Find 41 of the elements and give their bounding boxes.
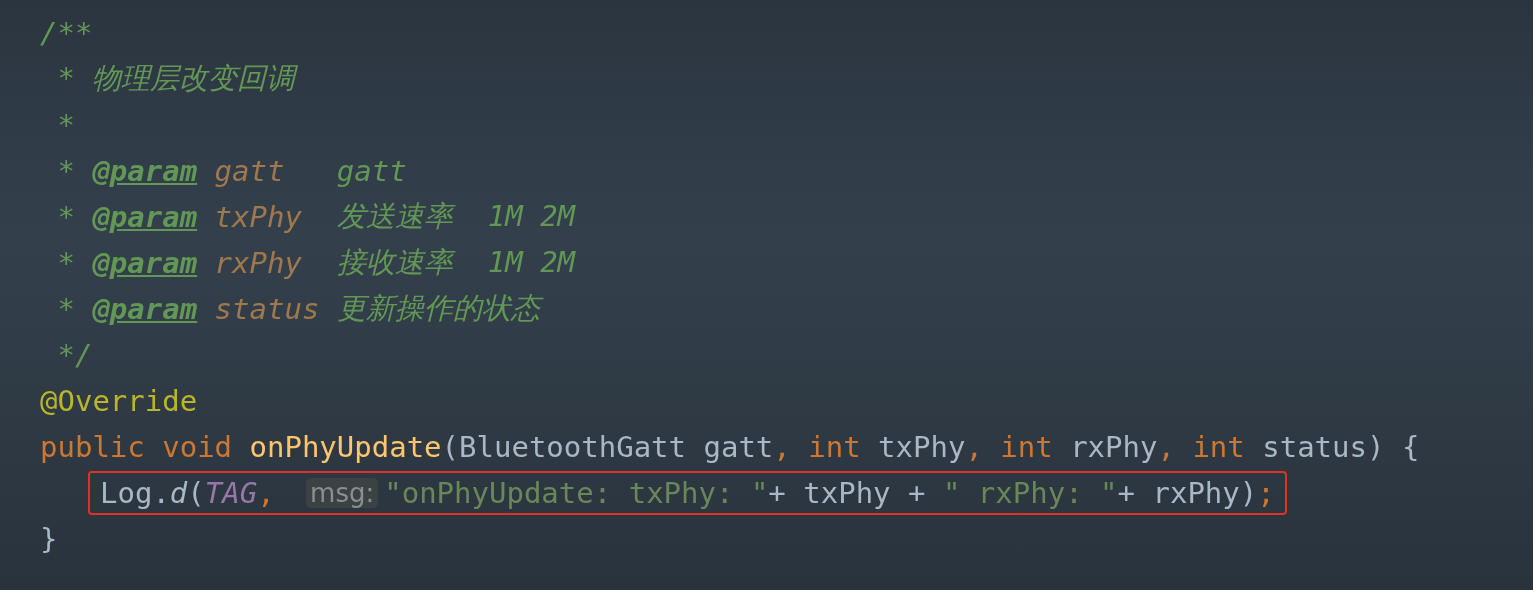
comment-text: */ — [56, 338, 93, 372]
code-text: status) { — [1262, 430, 1420, 464]
code-text: (BluetoothGatt gatt — [441, 430, 774, 464]
parameter-name: status — [213, 292, 321, 326]
code-text: + rxPhy) — [1117, 476, 1258, 510]
parameter-name: rxPhy — [213, 246, 303, 280]
javadoc-tag: @param — [92, 200, 198, 234]
code-text: txPhy — [878, 430, 966, 464]
comment-text: gatt — [336, 154, 407, 188]
comment-text: * — [56, 108, 75, 142]
keyword: , int — [965, 430, 1054, 464]
comment-text: /** — [40, 16, 93, 50]
comment-text: * 物理层改变回调 — [56, 60, 296, 97]
comment-text: * — [56, 154, 76, 188]
comment-text: 接收速率 1M 2M — [336, 244, 576, 281]
annotation: @Override — [40, 384, 198, 418]
code-text: Log. — [100, 476, 170, 510]
parameter-hint: msg: — [306, 478, 379, 508]
constant-name: TAG — [204, 476, 258, 510]
comment-text: 发送速率 1M 2M — [336, 198, 576, 235]
parameter-name: txPhy — [213, 200, 303, 234]
comment-text: * — [56, 292, 76, 326]
code-text: + txPhy + — [768, 476, 927, 510]
keyword: public void — [40, 430, 234, 464]
comment-text: * — [56, 200, 76, 234]
code-text: ( — [187, 476, 205, 510]
comment-text: * — [56, 246, 76, 280]
method-call: d — [169, 476, 188, 510]
keyword: , — [257, 476, 276, 510]
code-text: rxPhy — [1070, 430, 1158, 464]
code-text: } — [40, 522, 58, 556]
javadoc-tag: @param — [92, 154, 198, 188]
keyword: , int — [773, 430, 862, 464]
javadoc-tag: @param — [92, 292, 198, 326]
parameter-name: gatt — [213, 154, 286, 188]
method-name: onPhyUpdate — [249, 430, 442, 464]
string-literal: " rxPhy: " — [942, 476, 1118, 510]
keyword: , int — [1157, 430, 1246, 464]
javadoc-tag: @param — [92, 246, 198, 280]
string-literal: "onPhyUpdate: txPhy: " — [384, 476, 769, 510]
keyword: ; — [1257, 476, 1275, 510]
